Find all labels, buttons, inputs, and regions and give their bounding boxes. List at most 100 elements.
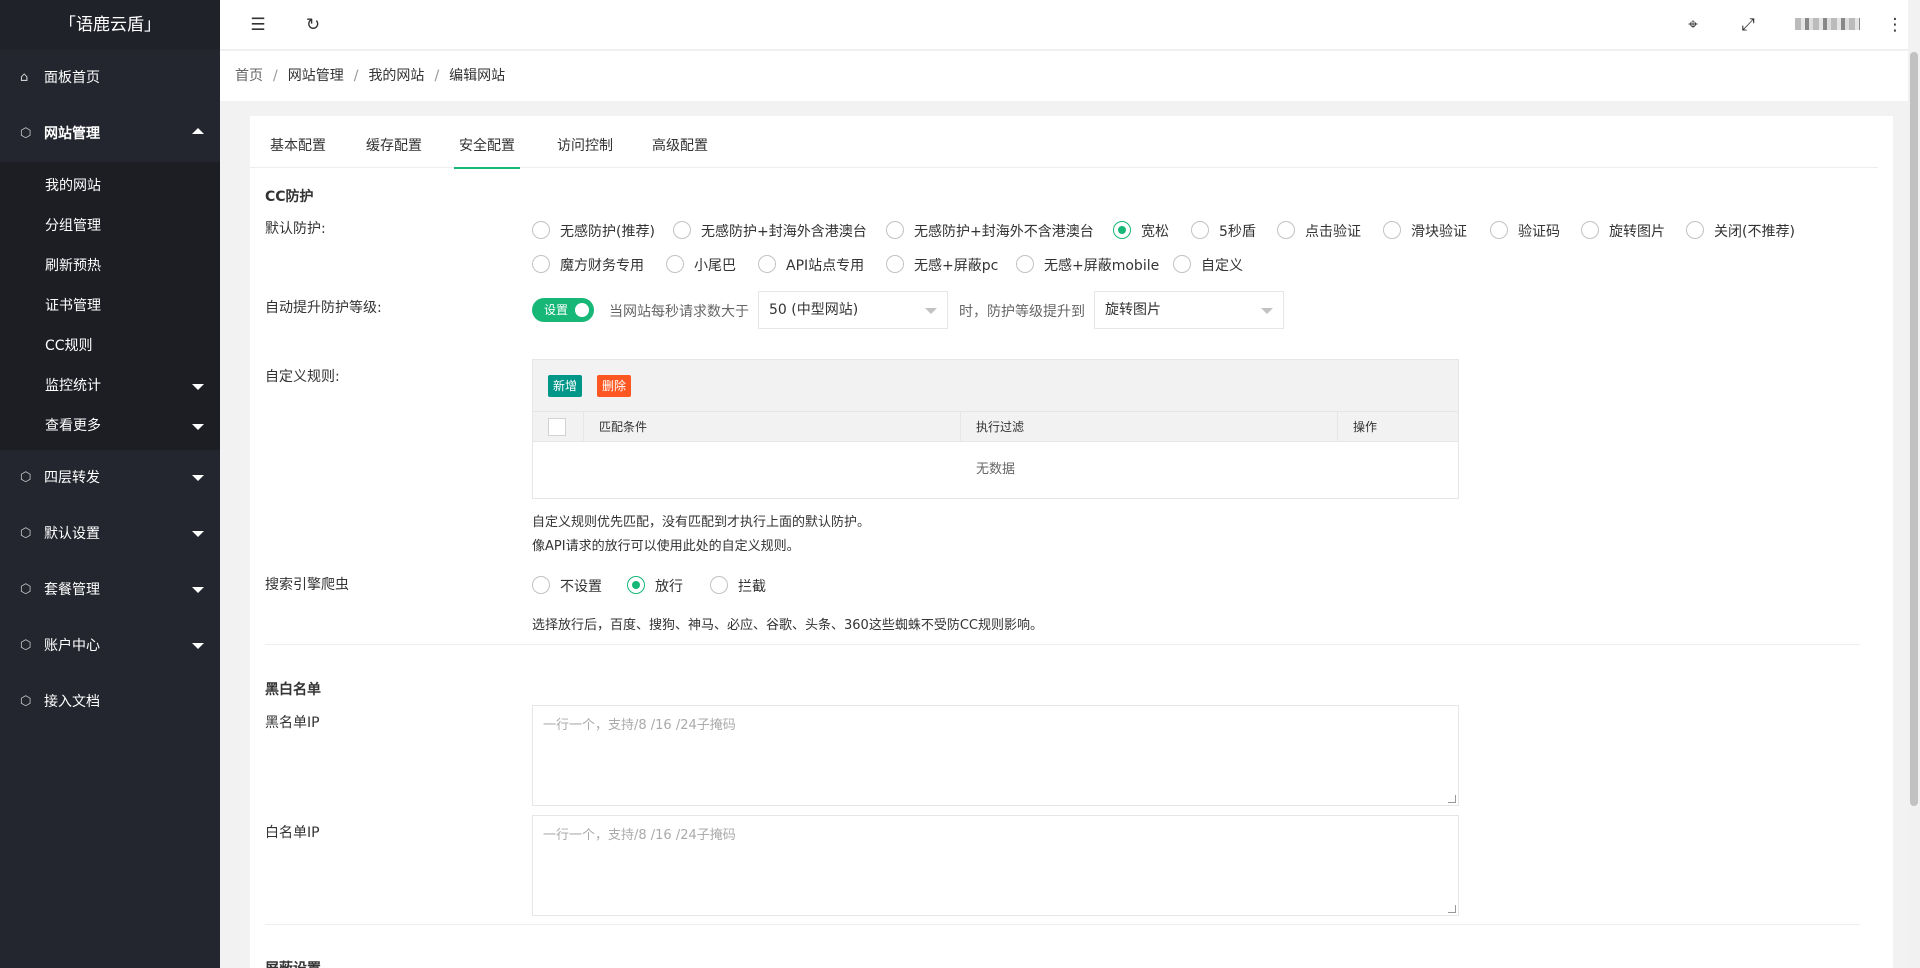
radio-protection-option[interactable]: 点击验证 <box>1277 221 1361 243</box>
radio-circle <box>673 221 691 239</box>
sidebar-sub-more[interactable]: 查看更多 <box>0 406 220 446</box>
fullscreen-icon[interactable]: ⤢ <box>1733 0 1763 50</box>
scrollbar-thumb[interactable] <box>1910 52 1918 806</box>
sidebar-item-label: 默认设置 <box>44 526 100 542</box>
radio-protection-option[interactable]: 旋转图片 <box>1581 221 1665 243</box>
app-logo: 「语鹿云盾」 <box>0 0 220 50</box>
sidebar-item-label: 接入文档 <box>44 694 100 710</box>
chevron-down-icon <box>192 384 204 390</box>
radio-label: 无感防护+封海外不含港澳台 <box>914 224 1094 240</box>
sidebar: 「语鹿云盾」 ⌂ 面板首页 ⬡ 网站管理 我的网站 分组管理 刷新预热 证书管理… <box>0 0 220 968</box>
tab-cache[interactable]: 缓存配置 <box>364 116 424 168</box>
radio-protection-option[interactable]: API站点专用 <box>758 255 864 277</box>
radio-protection-option[interactable]: 无感+屏蔽pc <box>886 255 998 277</box>
tab-security[interactable]: 安全配置 <box>454 116 520 169</box>
radio-spider-option-selected[interactable]: 放行 <box>627 576 683 598</box>
radio-circle-checked <box>1113 221 1131 239</box>
radio-spider-option[interactable]: 不设置 <box>532 576 602 598</box>
radio-label: 小尾巴 <box>694 258 736 274</box>
sidebar-item-defaults[interactable]: ⬡ 默认设置 <box>0 506 220 562</box>
menu-collapse-icon[interactable]: ☰ <box>243 0 273 50</box>
sidebar-item-dashboard[interactable]: ⌂ 面板首页 <box>0 50 220 106</box>
cube-icon: ⬡ <box>20 694 32 709</box>
radio-spider-option[interactable]: 拦截 <box>710 576 766 598</box>
breadcrumb-my-sites[interactable]: 我的网站 <box>368 68 424 84</box>
sidebar-sub-refresh[interactable]: 刷新预热 <box>0 246 220 286</box>
cube-icon: ⬡ <box>20 582 32 597</box>
radio-protection-option[interactable]: 5秒盾 <box>1191 221 1256 243</box>
refresh-icon[interactable]: ↻ <box>298 0 328 50</box>
select-all-checkbox[interactable] <box>548 418 566 436</box>
radio-protection-option[interactable]: 魔方财务专用 <box>532 255 644 277</box>
breadcrumb-site-management[interactable]: 网站管理 <box>288 68 344 84</box>
whitelist-label: 白名单IP <box>265 825 320 841</box>
radio-circle <box>710 576 728 594</box>
resize-handle[interactable] <box>1448 795 1456 803</box>
radio-protection-option[interactable]: 小尾巴 <box>666 255 736 277</box>
chevron-up-icon <box>192 128 204 134</box>
radio-circle <box>1490 221 1508 239</box>
resize-handle[interactable] <box>1448 905 1456 913</box>
radio-protection-option[interactable]: 无感防护(推荐) <box>532 221 655 243</box>
breadcrumb-edit-site: 编辑网站 <box>449 68 506 84</box>
delete-rule-button[interactable]: 删除 <box>597 375 632 397</box>
tab-advanced[interactable]: 高级配置 <box>650 116 710 168</box>
radio-protection-option[interactable]: 无感防护+封海外含港澳台 <box>673 221 867 243</box>
level-select[interactable]: 旋转图片 <box>1094 291 1284 329</box>
sidebar-item-l4-forward[interactable]: ⬡ 四层转发 <box>0 450 220 506</box>
sidebar-sub-monitor[interactable]: 监控统计 <box>0 366 220 406</box>
radio-circle <box>532 255 550 273</box>
sidebar-sub-groups[interactable]: 分组管理 <box>0 206 220 246</box>
section-divider <box>265 644 1860 645</box>
radio-circle <box>1581 221 1599 239</box>
radio-label: 拦截 <box>738 579 766 595</box>
sidebar-item-plans[interactable]: ⬡ 套餐管理 <box>0 562 220 618</box>
section-divider <box>265 924 1860 925</box>
radio-protection-option[interactable]: 无感+屏蔽mobile <box>1016 255 1159 277</box>
blacklist-textarea[interactable]: 一行一个，支持/8 /16 /24子掩码 <box>532 705 1459 806</box>
sidebar-sub-my-sites[interactable]: 我的网站 <box>0 166 220 206</box>
radio-label: 无感+屏蔽pc <box>914 258 999 274</box>
radio-label: 自定义 <box>1201 258 1243 274</box>
cube-icon: ⬡ <box>20 638 32 653</box>
default-protection-label: 默认防护: <box>265 221 326 237</box>
radio-protection-option-selected[interactable]: 宽松 <box>1113 221 1169 243</box>
scrollbar[interactable] <box>1908 50 1920 968</box>
sidebar-item-site-management[interactable]: ⬡ 网站管理 <box>0 106 220 162</box>
custom-rules-note-2: 像API请求的放行可以使用此处的自定义规则。 <box>532 539 800 554</box>
tab-access[interactable]: 访问控制 <box>555 116 615 168</box>
spider-note: 选择放行后，百度、搜狗、神马、必应、谷歌、头条、360这些蜘蛛不受防CC规则影响… <box>532 618 1043 633</box>
home-icon: ⌂ <box>20 70 29 85</box>
radio-label: 放行 <box>655 579 683 595</box>
more-vertical-icon[interactable]: ⋮ <box>1880 0 1910 50</box>
content-card: 基本配置 缓存配置 安全配置 访问控制 高级配置 CC防护 默认防护: 无感防护… <box>250 116 1893 968</box>
radio-circle <box>1383 221 1401 239</box>
table-toolbar: 新增 删除 <box>533 360 1458 412</box>
avatar[interactable] <box>1795 18 1860 30</box>
threshold-select[interactable]: 50 (中型网站) <box>758 291 948 329</box>
breadcrumb-home[interactable]: 首页 <box>235 68 263 84</box>
radio-circle <box>532 576 550 594</box>
column-header: 匹配条件 <box>583 412 1010 442</box>
chevron-down-icon <box>1261 308 1273 314</box>
radio-protection-option[interactable]: 滑块验证 <box>1383 221 1467 243</box>
add-rule-button[interactable]: 新增 <box>548 375 583 397</box>
level-select-value: 旋转图片 <box>1105 302 1161 318</box>
radio-protection-option[interactable]: 自定义 <box>1173 255 1243 277</box>
radio-label: 点击验证 <box>1305 224 1361 240</box>
sidebar-sub-cc-rules[interactable]: CC规则 <box>0 326 220 366</box>
whitelist-textarea[interactable]: 一行一个，支持/8 /16 /24子掩码 <box>532 815 1459 916</box>
blacklist-placeholder: 一行一个，支持/8 /16 /24子掩码 <box>543 718 736 733</box>
auto-raise-switch[interactable]: 设置 <box>532 298 594 322</box>
sidebar-item-docs[interactable]: ⬡ 接入文档 <box>0 674 220 730</box>
radio-protection-option[interactable]: 关闭(不推荐) <box>1686 221 1795 243</box>
breadcrumb-separator: / <box>434 68 440 84</box>
tag-icon[interactable]: ⌖ <box>1678 0 1708 50</box>
custom-rules-note-1: 自定义规则优先匹配，没有匹配到才执行上面的默认防护。 <box>532 515 871 530</box>
radio-protection-option[interactable]: 验证码 <box>1490 221 1560 243</box>
sidebar-item-account[interactable]: ⬡ 账户中心 <box>0 618 220 674</box>
radio-protection-option[interactable]: 无感防护+封海外不含港澳台 <box>886 221 1094 243</box>
auto-raise-label: 自动提升防护等级: <box>265 300 382 316</box>
sidebar-sub-certs[interactable]: 证书管理 <box>0 286 220 326</box>
tab-basic[interactable]: 基本配置 <box>268 116 328 168</box>
